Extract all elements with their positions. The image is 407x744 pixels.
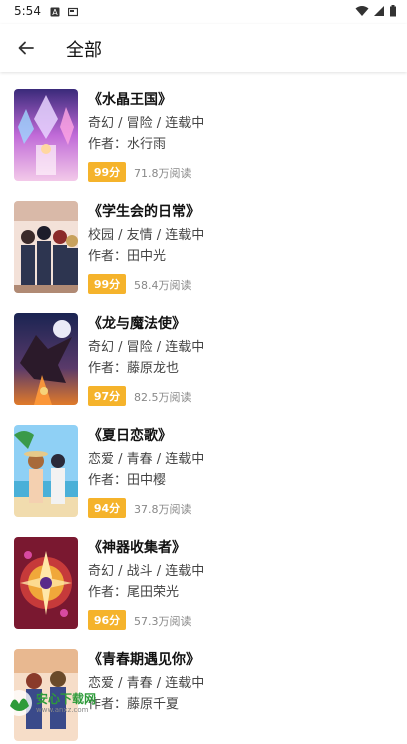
page-title: 全部 — [66, 40, 102, 61]
arrow-left-icon — [18, 41, 34, 55]
notification-a-icon: A — [50, 6, 60, 17]
score-badge: 99分 — [88, 274, 126, 294]
status-bar: 5:54 A — [0, 0, 407, 24]
book-author: 作者：水行雨 — [88, 137, 167, 152]
read-count: 71.8万阅读 — [134, 167, 192, 180]
score-badge: 96分 — [88, 610, 126, 630]
site-watermark: 安心下载网 www.anxz.com — [0, 684, 130, 723]
score-badge: 94分 — [88, 498, 126, 518]
book-author: 作者：田中樱 — [88, 473, 167, 488]
read-count: 37.8万阅读 — [134, 503, 192, 516]
book-item[interactable]: 《神器收集者》 奇幻 / 战斗 / 连载中 作者：尾田荣光 96分 57.3万阅… — [0, 520, 407, 632]
watermark-url: www.anxz.com — [36, 706, 89, 714]
book-title: 《夏日恋歌》 — [88, 428, 172, 444]
book-item[interactable]: 《夏日恋歌》 恋爱 / 青春 / 连载中 作者：田中樱 94分 37.8万阅读 — [0, 408, 407, 520]
book-author: 作者：田中光 — [88, 249, 167, 264]
book-title: 《神器收集者》 — [88, 540, 186, 556]
book-author: 作者：藤原龙也 — [88, 361, 180, 376]
book-title: 《学生会的日常》 — [88, 204, 200, 220]
status-indicators — [355, 5, 397, 17]
battery-icon — [390, 5, 396, 17]
book-cover — [14, 425, 78, 517]
book-item[interactable]: 《水晶王国》 奇幻 / 冒险 / 连载中 作者：水行雨 99分 71.8万阅读 — [0, 72, 407, 184]
score-badge: 99分 — [88, 162, 126, 182]
book-tags: 校园 / 友情 / 连载中 — [88, 228, 205, 243]
read-count: 82.5万阅读 — [134, 391, 192, 404]
svg-text:A: A — [52, 8, 58, 17]
wifi-icon — [355, 6, 369, 16]
book-tags: 恋爱 / 青春 / 连载中 — [88, 452, 205, 467]
score-badge: 97分 — [88, 386, 126, 406]
read-count: 58.4万阅读 — [134, 279, 192, 292]
book-cover — [14, 313, 78, 405]
book-tags: 奇幻 / 战斗 / 连载中 — [88, 564, 205, 579]
signal-icon — [374, 6, 384, 16]
status-time: 5:54 — [14, 4, 41, 18]
book-tags: 奇幻 / 冒险 / 连载中 — [88, 340, 205, 355]
book-cover — [14, 537, 78, 629]
book-author: 作者：尾田荣光 — [88, 585, 180, 600]
watermark-logo-icon — [6, 690, 32, 716]
book-title: 《龙与魔法使》 — [88, 316, 186, 332]
read-count: 57.3万阅读 — [134, 615, 192, 628]
book-item[interactable]: 《龙与魔法使》 奇幻 / 冒险 / 连载中 作者：藤原龙也 97分 82.5万阅… — [0, 296, 407, 408]
book-tags: 奇幻 / 冒险 / 连载中 — [88, 116, 205, 131]
app-bar: 全部 — [0, 24, 407, 72]
book-cover — [14, 201, 78, 293]
watermark-text: 安心下载网 — [36, 692, 97, 706]
book-title: 《水晶王国》 — [88, 92, 172, 108]
book-title: 《青春期遇见你》 — [88, 652, 200, 668]
book-cover — [14, 89, 78, 181]
book-item[interactable]: 《学生会的日常》 校园 / 友情 / 连载中 作者：田中光 99分 58.4万阅… — [0, 184, 407, 296]
back-button[interactable] — [10, 32, 42, 64]
notification-screen-icon — [67, 6, 79, 17]
